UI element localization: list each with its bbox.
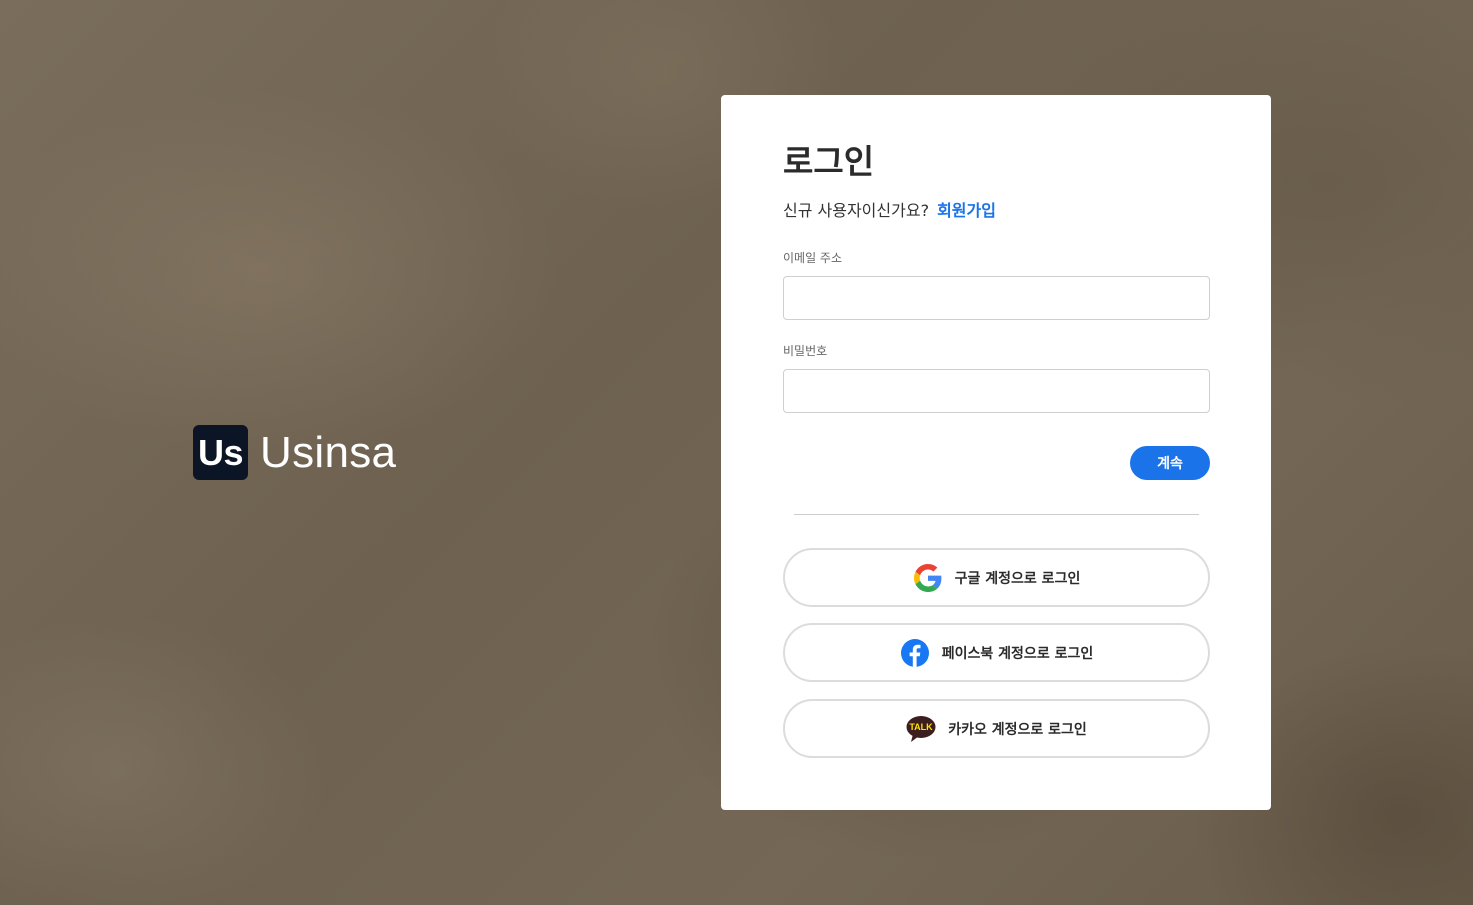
password-label: 비밀번호: [783, 344, 828, 358]
kakao-badge-text: TALK: [910, 722, 934, 732]
google-login-label: 구글 계정으로 로그인: [954, 570, 1081, 587]
email-field[interactable]: [783, 276, 1210, 320]
facebook-login-label: 페이스북 계정으로 로그인: [941, 645, 1094, 662]
brand-name: Usinsa: [260, 427, 397, 477]
kakao-talk-icon: TALK: [906, 714, 936, 744]
google-login-button[interactable]: 구글 계정으로 로그인: [783, 548, 1210, 607]
facebook-login-button[interactable]: 페이스북 계정으로 로그인: [783, 623, 1210, 682]
kakao-login-label: 카카오 계정으로 로그인: [948, 721, 1087, 738]
brand-mark-icon: Us: [193, 425, 248, 480]
email-label: 이메일 주소: [783, 251, 843, 265]
facebook-icon: [900, 638, 930, 668]
page-title: 로그인: [783, 142, 875, 181]
signup-prompt: 신규 사용자이신가요?: [783, 201, 930, 220]
password-field[interactable]: [783, 369, 1210, 413]
signup-row: 신규 사용자이신가요? 회원가입: [783, 197, 996, 221]
kakao-login-button[interactable]: TALK 카카오 계정으로 로그인: [783, 699, 1210, 758]
divider: [794, 514, 1199, 515]
google-icon: [913, 563, 943, 593]
login-card: 로그인 신규 사용자이신가요? 회원가입 이메일 주소 비밀번호 계속 구글 계정…: [721, 95, 1271, 810]
continue-button[interactable]: 계속: [1130, 446, 1210, 480]
signup-link[interactable]: 회원가입: [937, 201, 996, 220]
brand-logo: Us Usinsa: [193, 425, 396, 480]
